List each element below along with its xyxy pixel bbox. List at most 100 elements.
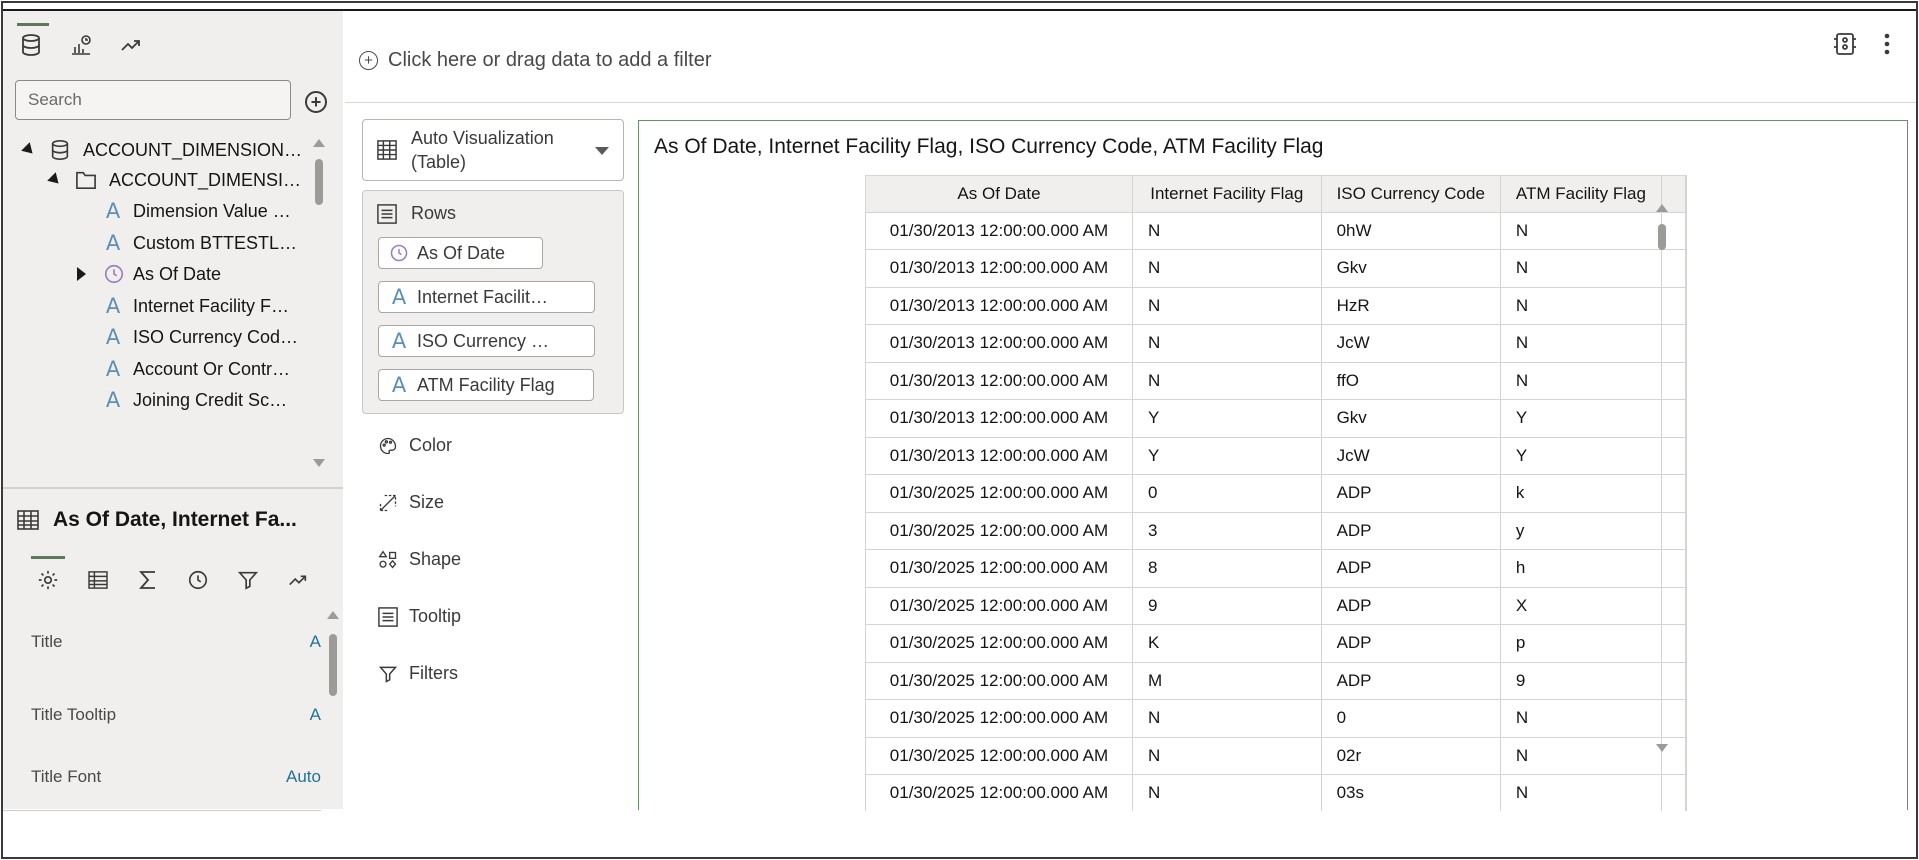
table-cell[interactable]: N	[1132, 699, 1322, 738]
property-value[interactable]: A	[310, 705, 321, 725]
table-scroll-thumb[interactable]	[1658, 224, 1666, 250]
table-cell[interactable]: JcW	[1321, 437, 1501, 475]
search-input[interactable]: Search	[15, 80, 291, 120]
table-cell[interactable]: N	[1500, 699, 1662, 738]
row-pill-internet-facility[interactable]: A Internet Facilit…	[378, 281, 595, 313]
properties-scroll-up-icon[interactable]	[327, 611, 339, 619]
shape-drop-zone[interactable]: Shape	[377, 549, 461, 570]
table-cell[interactable]: 0hW	[1321, 212, 1501, 250]
property-title[interactable]: Title A	[31, 632, 321, 652]
table-row[interactable]: 01/30/2025 12:00:00.000 AM 3 ADP y	[866, 512, 1686, 550]
table-scroll-up-icon[interactable]	[1656, 204, 1668, 212]
rows-drop-zone[interactable]: Rows As Of Date A Internet Facilit… A IS…	[362, 190, 624, 414]
visualization-type-select[interactable]: Auto Visualization (Table)	[362, 119, 624, 181]
table-cell[interactable]: N	[1500, 737, 1662, 775]
table-row[interactable]: 01/30/2025 12:00:00.000 AM 8 ADP h	[866, 549, 1686, 588]
add-filter-prompt[interactable]: + Click here or drag data to add a filte…	[359, 49, 712, 72]
table-cell[interactable]: N	[1132, 249, 1322, 288]
table-cell[interactable]: 9	[1500, 662, 1662, 700]
tab-values[interactable]	[81, 564, 115, 596]
tree-item-folder[interactable]: ACCOUNT_DIMENSI…	[47, 165, 301, 195]
table-cell[interactable]: ADP	[1321, 624, 1501, 663]
table-cell[interactable]: ADP	[1321, 662, 1501, 700]
table-cell[interactable]: y	[1500, 512, 1662, 550]
table-cell[interactable]: N	[1500, 774, 1662, 811]
tab-analytics[interactable]	[63, 29, 99, 61]
table-cell[interactable]: N	[1500, 212, 1662, 250]
table-cell[interactable]: N	[1132, 737, 1322, 775]
tree-item-internet-facility[interactable]: A Internet Facility F…	[103, 291, 289, 321]
column-header[interactable]: As Of Date	[866, 176, 1133, 213]
row-pill-as-of-date[interactable]: As Of Date	[378, 237, 543, 269]
tree-item-custom[interactable]: A Custom BTTESTL…	[103, 228, 297, 258]
filter-bar[interactable]: + Click here or drag data to add a filte…	[345, 11, 1916, 103]
row-pill-atm-facility[interactable]: A ATM Facility Flag	[378, 369, 594, 401]
table-cell[interactable]: k	[1500, 474, 1662, 513]
table-cell[interactable]: Y	[1132, 399, 1322, 438]
table-cell[interactable]: N	[1500, 362, 1662, 400]
tree-scrollbar[interactable]	[315, 159, 323, 205]
table-cell[interactable]: Y	[1500, 399, 1662, 438]
table-row[interactable]: 01/30/2013 12:00:00.000 AM Y JcW Y	[866, 437, 1686, 475]
add-data-button[interactable]: +	[305, 91, 327, 113]
table-cell[interactable]: M	[1132, 662, 1322, 700]
table-cell[interactable]: p	[1500, 624, 1662, 663]
table-cell[interactable]: X	[1500, 587, 1662, 625]
property-value[interactable]: A	[310, 632, 321, 652]
table-cell[interactable]: N	[1500, 324, 1662, 363]
table-cell[interactable]: 01/30/2013 12:00:00.000 AM	[866, 287, 1133, 325]
table-row[interactable]: 01/30/2013 12:00:00.000 AM N HzR N	[866, 287, 1686, 325]
table-row[interactable]: 01/30/2013 12:00:00.000 AM NffO N	[866, 362, 1686, 400]
properties-scrollbar[interactable]	[329, 634, 337, 696]
size-drop-zone[interactable]: Size	[377, 492, 444, 513]
table-cell[interactable]: 01/30/2013 12:00:00.000 AM	[866, 437, 1133, 475]
table-cell[interactable]: Y	[1500, 437, 1662, 475]
table-row[interactable]: 01/30/2025 12:00:00.000 AM N 03s N	[866, 774, 1686, 811]
visualization-canvas[interactable]: As Of Date, Internet Facility Flag, ISO …	[638, 120, 1908, 811]
table-cell[interactable]: ADP	[1321, 474, 1501, 513]
table-cell[interactable]: N	[1132, 287, 1322, 325]
tree-item-joining-credit[interactable]: A Joining Credit Sc…	[103, 385, 287, 415]
table-cell[interactable]: N	[1500, 287, 1662, 325]
table-cell[interactable]: ADP	[1321, 512, 1501, 550]
panel-divider[interactable]	[3, 487, 343, 489]
table-cell[interactable]: N	[1132, 212, 1322, 250]
table-cell[interactable]: Gkv	[1321, 399, 1501, 438]
table-cell[interactable]: 01/30/2025 12:00:00.000 AM	[866, 474, 1133, 513]
tree-item-iso-currency[interactable]: A ISO Currency Cod…	[103, 322, 298, 352]
tab-data[interactable]	[13, 23, 49, 61]
table-cell[interactable]: JcW	[1321, 324, 1501, 363]
table-cell[interactable]: 01/30/2025 12:00:00.000 AM	[866, 512, 1133, 550]
tab-filters[interactable]	[231, 564, 265, 596]
column-header[interactable]: ATM Facility Flag	[1500, 176, 1662, 213]
table-row[interactable]: 01/30/2013 12:00:00.000 AM N Gkv N	[866, 249, 1686, 288]
tooltip-drop-zone[interactable]: Tooltip	[377, 606, 461, 627]
tree-scroll-down-icon[interactable]	[313, 459, 325, 467]
tab-trends[interactable]	[113, 29, 149, 61]
table-cell[interactable]: ADP	[1321, 587, 1501, 625]
table-cell[interactable]: 8	[1132, 549, 1322, 588]
table-cell[interactable]: N	[1132, 324, 1322, 363]
column-header[interactable]: ISO Currency Code	[1321, 176, 1501, 213]
tree-item-dataset[interactable]: ACCOUNT_DIMENSION…	[21, 135, 302, 165]
table-cell[interactable]: N	[1132, 774, 1322, 811]
table-cell[interactable]: 0	[1132, 474, 1322, 513]
collapse-toggle-icon[interactable]	[47, 172, 63, 188]
table-cell[interactable]: Y	[1132, 437, 1322, 475]
watchlist-settings-icon[interactable]	[1832, 31, 1858, 57]
table-cell[interactable]: 01/30/2025 12:00:00.000 AM	[866, 549, 1133, 588]
table-cell[interactable]: 03s	[1321, 774, 1501, 811]
color-drop-zone[interactable]: Color	[377, 435, 452, 456]
table-row[interactable]: 01/30/2025 12:00:00.000 AM N 0 N	[866, 699, 1686, 738]
table-cell[interactable]: 9	[1132, 587, 1322, 625]
property-value[interactable]: Auto	[286, 767, 321, 787]
tab-time[interactable]	[181, 564, 215, 596]
expand-toggle-icon[interactable]	[77, 267, 86, 281]
table-cell[interactable]: ffO	[1321, 362, 1501, 400]
property-title-tooltip[interactable]: Title Tooltip A	[31, 705, 321, 725]
table-cell[interactable]: 01/30/2025 12:00:00.000 AM	[866, 624, 1133, 663]
table-cell[interactable]: N	[1500, 249, 1662, 288]
table-cell[interactable]: N	[1132, 362, 1322, 400]
tree-item-account-or-contract[interactable]: A Account Or Contr…	[103, 354, 290, 384]
table-cell[interactable]: 02r	[1321, 737, 1501, 775]
